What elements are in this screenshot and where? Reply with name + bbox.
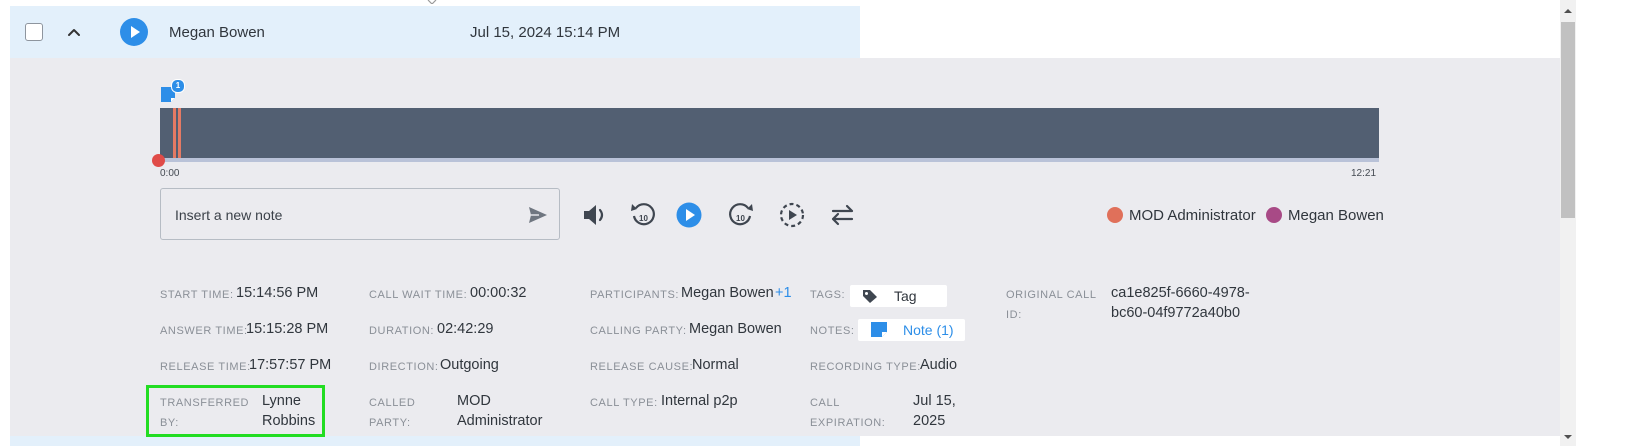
row-checkbox[interactable] [25,23,43,41]
call-date: Jul 15, 2024 15:14 PM [470,24,621,41]
caller-name: Megan Bowen [169,24,265,41]
time-start: 0:00 [160,168,180,179]
progress-track[interactable] [160,158,1379,162]
call-wait-time-value: 00:00:32 [470,285,527,301]
release-cause-value: Normal [692,357,739,373]
call-expiration-value: 2025 [913,413,946,429]
calling-party-label: Calling party: [590,325,687,337]
release-time-value: 17:57:57 PM [249,357,332,373]
scroll-down-arrow-icon[interactable] [1563,432,1573,442]
progress-handle[interactable] [152,154,165,167]
skip-silence-icon[interactable] [777,200,807,230]
call-row-header[interactable]: Megan Bowen Jul 15, 2024 15:14 PM [10,6,860,58]
legend-label: MOD Administrator [1129,207,1256,224]
rewind-10-icon[interactable]: 10 [628,200,658,230]
scroll-up-arrow-icon[interactable] [1563,6,1573,16]
note-count-badge: 1 [171,79,185,93]
time-end: 12:21 [1351,168,1377,179]
tag-text: Tag [894,288,917,304]
next-row-strip [10,436,860,446]
calling-party-value: Megan Bowen [689,321,782,337]
play-icon[interactable] [674,200,704,230]
note-input[interactable] [173,203,517,227]
call-wait-time-label: Call wait time: [369,289,468,301]
answer-time-value: 15:15:28 PM [246,321,329,337]
chevron-up-icon[interactable] [64,22,84,42]
tag-icon [863,290,877,303]
scrollbar-thumb[interactable] [1561,22,1575,218]
note-input-box[interactable] [160,188,560,240]
called-party-label: Called [369,397,416,409]
highlight-box [146,385,325,437]
legend-dot-mod-administrator [1107,207,1123,223]
legend-label: Megan Bowen [1288,207,1384,224]
participants-more-link[interactable]: +1 [775,285,792,301]
note-icon [871,322,887,337]
send-icon[interactable] [528,205,548,225]
notes-chip[interactable]: Note (1) [858,319,965,341]
recording-type-label: Recording type: [810,361,921,373]
caret-icon [427,0,437,4]
call-expiration-label: expiration: [810,417,886,429]
original-call-id-label: Original call [1006,289,1097,301]
call-type-label: Call type: [590,397,658,409]
waveform-marker [173,108,176,158]
called-party-value: MOD [457,393,491,409]
forward-10-icon[interactable]: 10 [726,200,756,230]
answer-time-label: Answer time: [160,325,248,337]
call-expiration-label: Call [810,397,840,409]
duration-label: Duration: [369,325,435,337]
original-call-id-value: ca1e825f-6660-4978- [1111,285,1250,301]
notes-link[interactable]: Note (1) [903,322,954,338]
called-party-label: party: [369,417,411,429]
waveform-marker [178,108,181,158]
legend-dot-megan-bowen [1266,207,1282,223]
play-icon[interactable] [120,18,148,46]
swap-channels-icon[interactable] [828,200,858,230]
call-expiration-value: Jul 15, [913,393,956,409]
participants-value: Megan Bowen [681,285,774,301]
participants-label: Participants: [590,289,680,301]
recording-type-value: Audio [920,357,958,373]
release-time-label: Release time: [160,361,251,373]
tag-chip[interactable]: Tag [850,285,947,307]
direction-value: Outgoing [440,357,499,373]
notes-label: Notes: [810,325,855,337]
release-cause-label: Release cause: [590,361,694,373]
audio-waveform[interactable] [160,108,1379,158]
direction-label: Direction: [369,361,439,373]
svg-text:10: 10 [639,214,648,223]
called-party-value: Administrator [457,413,543,429]
original-call-id-value: bc60-04f9772a40b0 [1111,305,1241,321]
call-type-value: Internal p2p [661,393,738,409]
original-call-id-label: ID: [1006,309,1022,321]
tags-label: Tags: [810,289,846,301]
volume-icon[interactable] [580,200,610,230]
start-time-label: Start time: [160,289,234,301]
start-time-value: 15:14:56 PM [236,285,319,301]
svg-text:10: 10 [736,214,745,223]
duration-value: 02:42:29 [437,321,494,337]
